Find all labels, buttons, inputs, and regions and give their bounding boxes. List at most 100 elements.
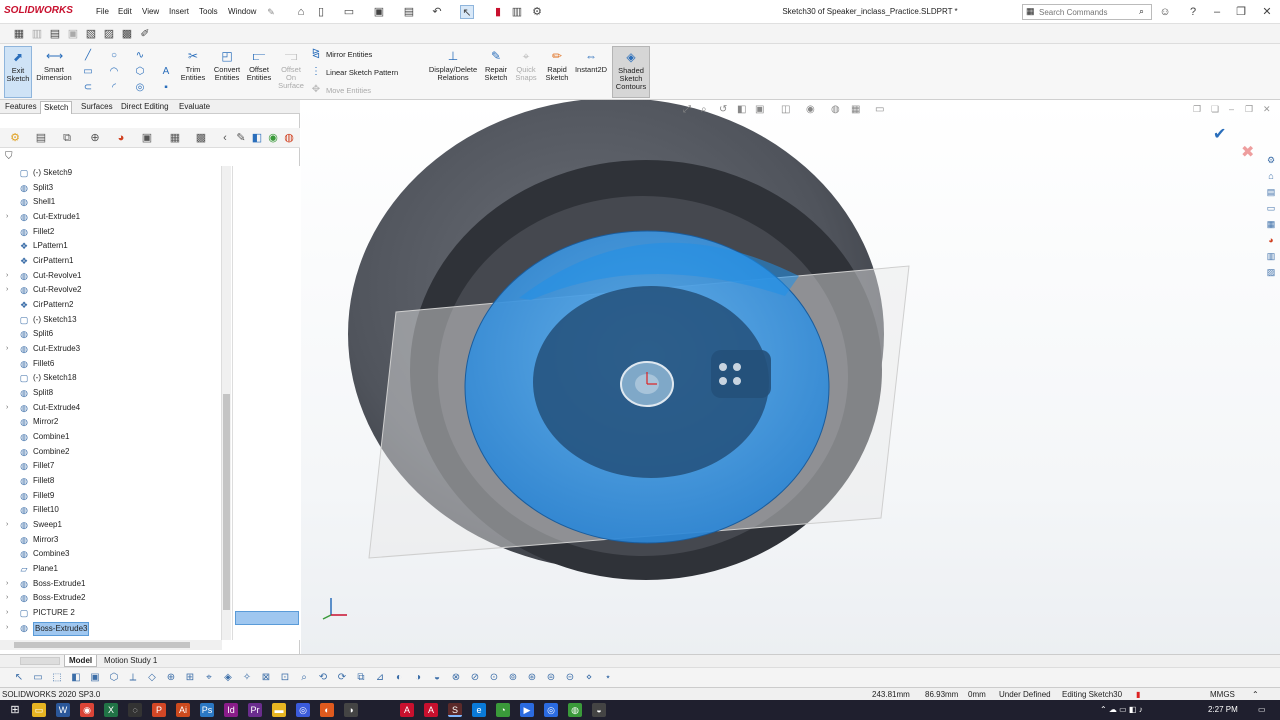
tree-item[interactable]: ❖ CirPattern2 bbox=[0, 298, 220, 312]
tree-item[interactable]: ◍ Combine1 bbox=[0, 430, 220, 444]
zoom-area-icon[interactable]: ⌕ bbox=[701, 104, 707, 115]
tree-item[interactable]: ▢ (-) Sketch9 bbox=[0, 166, 220, 180]
photoshop-icon[interactable]: Ps bbox=[200, 703, 214, 717]
tab-surfaces[interactable]: Surfaces bbox=[78, 101, 116, 114]
selection-filter-icon[interactable]: ✧ bbox=[240, 671, 254, 685]
tree-item[interactable]: › ◍ Boss-Extrude1 bbox=[0, 577, 220, 591]
powerpoint-icon[interactable]: P bbox=[152, 703, 166, 717]
selection-filter-icon[interactable]: ⊡ bbox=[278, 671, 292, 685]
polygon-icon[interactable]: ⬡ bbox=[134, 66, 146, 78]
exit-sketch-button[interactable]: ⬈ Exit Sketch bbox=[4, 46, 32, 98]
convert-entities-button[interactable]: ◰ Convert Entities bbox=[210, 46, 244, 82]
selection-filter-icon[interactable]: ⊜ bbox=[544, 671, 558, 685]
viewport-restore-icon[interactable]: ❐ bbox=[1193, 104, 1201, 115]
panel-tab-icon[interactable]: ◧ bbox=[250, 131, 264, 145]
display-style-icon[interactable]: ◫ bbox=[781, 104, 790, 115]
zoom-fit-icon[interactable]: ⤢ bbox=[683, 104, 691, 115]
display-manager-icon[interactable]: ◕ bbox=[114, 131, 128, 145]
tree-item[interactable]: › ◍ Cut-Extrude4 bbox=[0, 401, 220, 415]
selection-filter-icon[interactable]: ↖ bbox=[12, 671, 26, 685]
tree-item[interactable]: ▱ Plane1 bbox=[0, 562, 220, 576]
panel-tab-icon[interactable]: ✎ bbox=[234, 131, 248, 145]
selection-filter-icon[interactable]: ◈ bbox=[221, 671, 235, 685]
solidworks-resources-icon[interactable]: ⚙ bbox=[1265, 154, 1277, 166]
rebuild-icon[interactable]: ▮ bbox=[491, 5, 505, 19]
viewport-maximize-icon[interactable]: ❐ bbox=[1245, 104, 1253, 115]
tree-vertical-scrollbar[interactable] bbox=[221, 166, 231, 640]
user-icon[interactable]: ☺ bbox=[1158, 5, 1172, 19]
menu-file[interactable]: File bbox=[96, 7, 109, 16]
help-icon[interactable]: ? bbox=[1186, 5, 1200, 19]
menu-view[interactable]: View bbox=[142, 7, 159, 16]
firefox-icon[interactable]: ◐ bbox=[320, 703, 334, 717]
viewport-tile-icon[interactable]: ❏ bbox=[1211, 104, 1219, 115]
rectangle-icon[interactable]: ▭ bbox=[82, 66, 94, 78]
menu-window[interactable]: Window bbox=[228, 7, 256, 16]
tab-sketch[interactable]: Sketch bbox=[40, 101, 73, 114]
model-view[interactable] bbox=[301, 100, 1280, 654]
fillet-icon[interactable]: ◜ bbox=[108, 82, 120, 94]
selection-filter-icon[interactable]: ⊚ bbox=[506, 671, 520, 685]
selection-filter-icon[interactable]: ⊝ bbox=[563, 671, 577, 685]
selection-filter-icon[interactable]: ⊗ bbox=[449, 671, 463, 685]
chevron-left-icon[interactable]: ‹ bbox=[218, 131, 232, 145]
graphics-area[interactable]: ⤢ ⌕ ↺ ◧ ▣ ◫ ◉ ◍ ▦ ▭ ❐ ❏ – ❐ ✕ ✔ ✖ bbox=[301, 100, 1280, 654]
section-view-icon[interactable]: ◧ bbox=[737, 104, 746, 115]
scene-icon[interactable]: ▦ bbox=[851, 104, 860, 115]
selection-filter-icon[interactable]: ⊞ bbox=[183, 671, 197, 685]
tree-item[interactable]: ◍ Split6 bbox=[0, 327, 220, 341]
view-settings-icon[interactable]: ▭ bbox=[875, 104, 884, 115]
selection-filter-icon[interactable]: ⊿ bbox=[373, 671, 387, 685]
viewport-minimize-icon[interactable]: – bbox=[1229, 104, 1234, 114]
search-box[interactable]: ▦ ⌕ bbox=[1022, 4, 1152, 20]
selection-filter-icon[interactable]: ⋄ bbox=[582, 671, 596, 685]
selection-filter-icon[interactable]: ⊠ bbox=[259, 671, 273, 685]
custom-properties-icon[interactable]: ▥ bbox=[1265, 250, 1277, 262]
selection-filter-icon[interactable]: ⟂ bbox=[126, 671, 140, 685]
trim-entities-button[interactable]: ✂ Trim Entities bbox=[178, 46, 208, 82]
tool-icon[interactable]: ▧ bbox=[84, 27, 98, 41]
tree-item[interactable]: › ◍ Cut-Extrude3 bbox=[0, 342, 220, 356]
selection-filter-icon[interactable]: ⌖ bbox=[202, 671, 216, 685]
expand-arrow-icon[interactable]: › bbox=[6, 269, 8, 283]
print-icon[interactable]: ▤ bbox=[402, 5, 416, 19]
tree-item[interactable]: ◍ Fillet7 bbox=[0, 459, 220, 473]
confirm-corner-cancel-icon[interactable]: ✖ bbox=[1241, 142, 1254, 162]
file-explorer-icon[interactable]: ▭ bbox=[1265, 202, 1277, 214]
close-icon[interactable]: ✕ bbox=[1260, 5, 1274, 19]
home-icon[interactable]: ⌂ bbox=[294, 5, 308, 19]
tree-item[interactable]: ◍ Split3 bbox=[0, 181, 220, 195]
filter-icon[interactable]: ⛉ bbox=[5, 151, 13, 162]
tool-icon[interactable]: ▩ bbox=[120, 27, 134, 41]
indesign-icon[interactable]: Id bbox=[224, 703, 238, 717]
restore-icon[interactable]: ❐ bbox=[1234, 5, 1248, 19]
feature-manager-icon[interactable]: ⚙ bbox=[8, 131, 22, 145]
minimize-icon[interactable]: – bbox=[1210, 5, 1224, 19]
new-document-icon[interactable]: ▯ bbox=[314, 5, 328, 19]
panel-tab-icon[interactable]: ▩ bbox=[194, 131, 208, 145]
selection-filter-icon[interactable]: ◒ bbox=[430, 671, 444, 685]
tool-icon[interactable]: ✐ bbox=[138, 27, 152, 41]
expand-arrow-icon[interactable]: › bbox=[6, 591, 8, 605]
home-icon[interactable]: ⌂ bbox=[1265, 170, 1277, 182]
undo-icon[interactable]: ↶ bbox=[430, 5, 444, 19]
app-icon[interactable]: ◎ bbox=[296, 703, 310, 717]
open-icon[interactable]: ▭ bbox=[342, 5, 356, 19]
connector-tab[interactable] bbox=[711, 350, 771, 398]
cam-icon[interactable]: ▣ bbox=[140, 131, 154, 145]
scrollbar-thumb[interactable] bbox=[223, 394, 230, 610]
acrobat-icon[interactable]: A bbox=[400, 703, 414, 717]
configuration-manager-icon[interactable]: ⧉ bbox=[60, 131, 74, 145]
notifications-icon[interactable]: ▭ bbox=[1258, 705, 1266, 714]
tree-item[interactable]: ❖ LPattern1 bbox=[0, 239, 220, 253]
tree-item[interactable]: › ◍ Boss-Extrude2 bbox=[0, 591, 220, 605]
forum-icon[interactable]: ▨ bbox=[1265, 266, 1277, 278]
edge-icon[interactable]: e bbox=[472, 703, 486, 717]
selection-filter-icon[interactable]: ⊙ bbox=[487, 671, 501, 685]
viewport-close-icon[interactable]: ✕ bbox=[1263, 104, 1271, 115]
tree-item[interactable]: ❖ CirPattern1 bbox=[0, 254, 220, 268]
confirm-corner-check-icon[interactable]: ✔ bbox=[1213, 124, 1226, 144]
tree-item[interactable]: ◍ Fillet10 bbox=[0, 503, 220, 517]
word-icon[interactable]: W bbox=[56, 703, 70, 717]
linear-pattern-icon[interactable]: ⋮ bbox=[310, 66, 322, 78]
